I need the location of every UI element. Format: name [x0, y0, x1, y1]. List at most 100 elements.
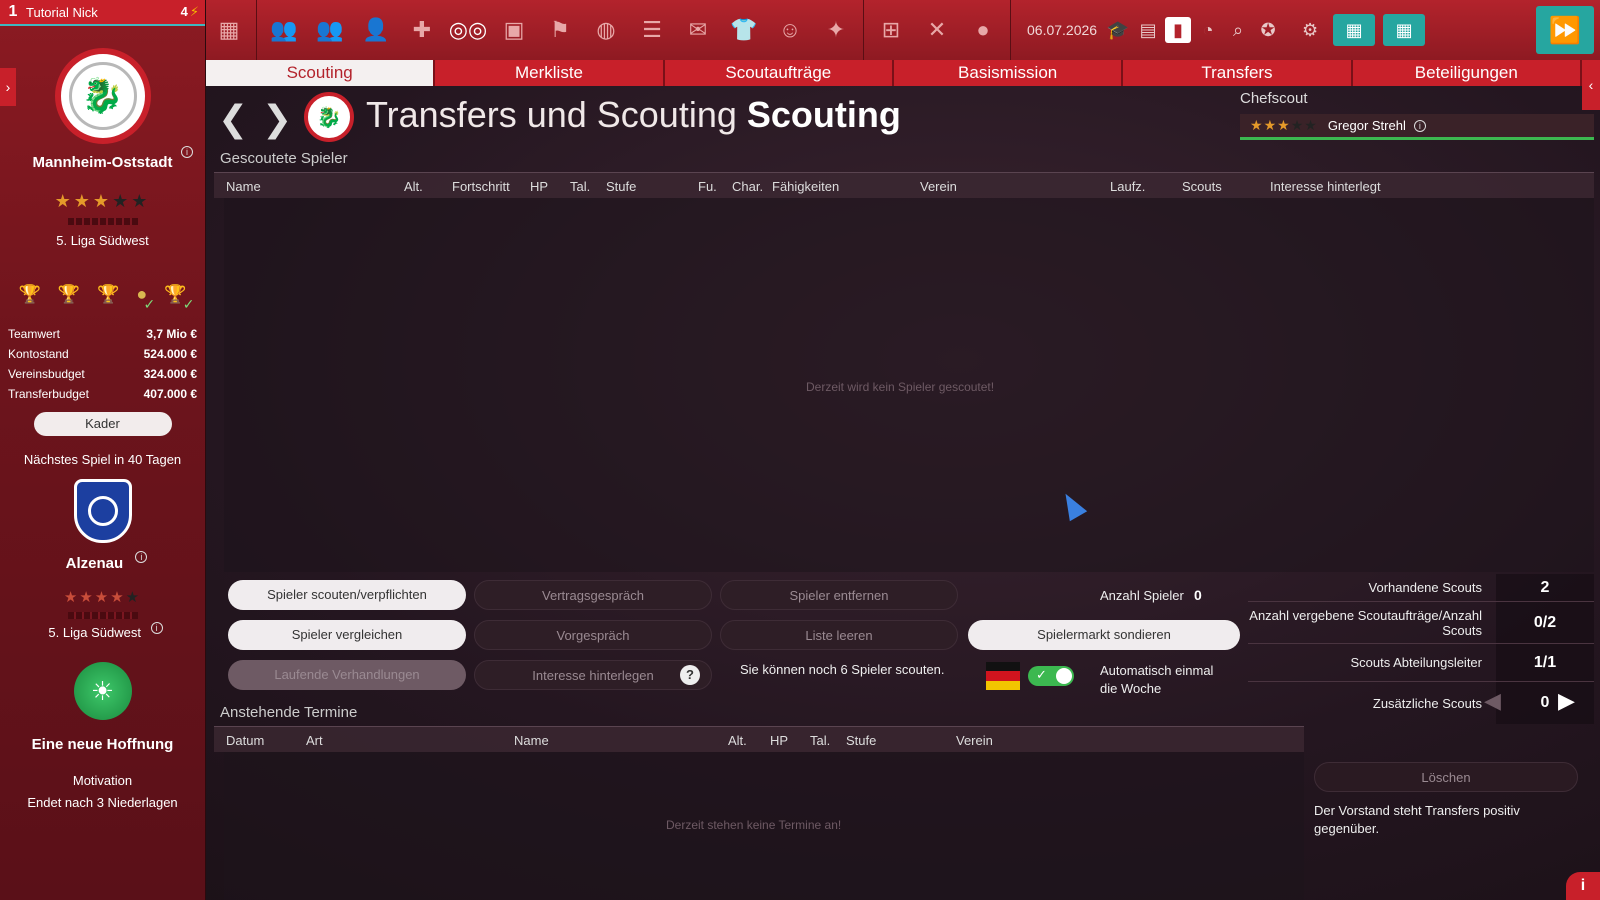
squad-icon[interactable]: 👥: [307, 0, 353, 60]
calendar-31-icon[interactable]: ▣: [491, 0, 537, 60]
tab-merkliste[interactable]: Merkliste: [435, 60, 665, 86]
trophy-icon[interactable]: 🏆: [58, 284, 80, 305]
medal-icon[interactable]: ● ✓: [136, 284, 155, 312]
check-icon: ✓: [1036, 667, 1047, 682]
additional-scouts-value: 0: [1496, 682, 1594, 724]
clear-list-button[interactable]: Liste leeren: [720, 620, 958, 650]
training-icon[interactable]: ⚑: [537, 0, 583, 60]
col-header[interactable]: Interesse hinterlegt: [1270, 179, 1381, 194]
staff-icon[interactable]: 👤: [353, 0, 399, 60]
sidebar: 1 Tutorial Nick 4 ⚡ › 🐉 Mannheim-Oststadt…: [0, 0, 206, 900]
col-header[interactable]: Stufe: [606, 179, 636, 194]
opponent-league: 5. Liga Südwest i: [0, 622, 205, 640]
tactics-icon[interactable]: ✕: [914, 0, 960, 60]
col-header[interactable]: Alt.: [404, 179, 423, 194]
info-icon[interactable]: i: [181, 146, 193, 158]
sidebar-expand-arrow-icon[interactable]: ›: [0, 68, 16, 106]
opponent-crest[interactable]: [73, 479, 132, 543]
help-icon[interactable]: ?: [680, 665, 700, 685]
back-arrow-icon[interactable]: ❮: [218, 98, 248, 140]
forward-arrow-icon[interactable]: ❯: [262, 98, 292, 140]
opponent-name[interactable]: Alzenau i: [0, 551, 205, 572]
col-header[interactable]: HP: [530, 179, 548, 194]
tab-beteiligungen[interactable]: Beteiligungen: [1352, 60, 1582, 86]
col-header[interactable]: Scouts: [1182, 179, 1222, 194]
medical-icon[interactable]: ✚: [399, 0, 445, 60]
motivation-title: Eine neue Hoffnung: [31, 736, 174, 753]
academy-icon[interactable]: 🎓: [1103, 0, 1133, 60]
kader-button[interactable]: Kader: [33, 412, 172, 436]
chefscout-box[interactable]: ★★★★★ Gregor Strehl i: [1240, 114, 1594, 140]
tab-scoutauftraege[interactable]: Scoutaufträge: [664, 60, 894, 86]
fast-forward-icon[interactable]: ⏩: [1536, 6, 1594, 54]
col-header[interactable]: Name: [226, 179, 261, 194]
auto-weekly-toggle[interactable]: ✓: [1028, 666, 1074, 686]
tab-transfers[interactable]: Transfers: [1123, 60, 1353, 86]
col-header[interactable]: Art: [306, 733, 323, 748]
trophy-icon[interactable]: 🏆: [18, 284, 40, 305]
col-header[interactable]: Name: [514, 733, 549, 748]
scouts-stats-panel: Vorhandene Scouts 2 Anzahl vergebene Scou…: [1248, 574, 1594, 724]
cup-icon[interactable]: 🏆 ✓: [164, 284, 194, 312]
fans-icon[interactable]: ☺: [767, 0, 813, 60]
col-header[interactable]: Char.: [732, 179, 763, 194]
tab-basismission[interactable]: Basismission: [893, 60, 1124, 86]
col-header[interactable]: Verein: [920, 179, 957, 194]
user-name: Tutorial Nick: [26, 4, 98, 20]
sunrise-icon[interactable]: ☀: [73, 662, 132, 720]
collapse-arrow-icon[interactable]: ‹: [1582, 60, 1600, 110]
col-header[interactable]: HP: [770, 733, 788, 748]
decrement-arrow-icon[interactable]: ◀: [1484, 688, 1501, 714]
info-icon[interactable]: i: [1566, 872, 1600, 900]
pre-talk-button[interactable]: Vorgespräch: [474, 620, 712, 650]
search-icon[interactable]: ⌕: [1223, 0, 1253, 60]
award-icon[interactable]: ✪: [1253, 0, 1283, 60]
increment-arrow-icon[interactable]: ▶: [1558, 688, 1575, 714]
trophy-icon[interactable]: 🏆: [97, 284, 119, 305]
col-header[interactable]: Fu.: [698, 179, 717, 194]
sound-market-button[interactable]: Spielermarkt sondieren: [968, 620, 1240, 650]
col-header[interactable]: Tal.: [570, 179, 590, 194]
club-name[interactable]: Mannheim-Oststadt i: [0, 146, 205, 171]
col-header[interactable]: Tal.: [810, 733, 830, 748]
compare-players-button[interactable]: Spieler vergleichen: [228, 620, 466, 650]
youth-icon[interactable]: ✦: [813, 0, 859, 60]
binoculars-icon[interactable]: ◎◎: [445, 0, 491, 60]
info-icon[interactable]: i: [150, 622, 163, 634]
tab-scouting[interactable]: Scouting: [206, 60, 436, 86]
speed-icon[interactable]: ◔: [1193, 0, 1223, 60]
col-header[interactable]: Fähigkeiten: [772, 179, 839, 194]
info-icon[interactable]: i: [1413, 119, 1426, 132]
stats-icon[interactable]: ▮: [1165, 17, 1192, 43]
col-header[interactable]: Alt.: [728, 733, 747, 748]
contract-talk-button[interactable]: Vertragsgespräch: [474, 580, 712, 610]
stadium-icon[interactable]: ◍: [583, 0, 629, 60]
merch-icon[interactable]: 👕: [721, 0, 767, 60]
calendar-month-icon[interactable]: ▦: [1383, 14, 1426, 46]
germany-flag-icon[interactable]: [986, 662, 1020, 690]
ongoing-negotiations-button[interactable]: Laufende Verhandlungen: [228, 660, 466, 690]
header-crest: 🐉: [304, 92, 354, 142]
col-header[interactable]: Stufe: [846, 733, 876, 748]
team-icon[interactable]: 👥: [261, 0, 307, 60]
finance-icon[interactable]: ☰: [629, 0, 675, 60]
office-icon[interactable]: ▦: [206, 0, 252, 60]
calendar-week-icon[interactable]: ▦: [1333, 14, 1376, 46]
grid-icon[interactable]: ⊞: [868, 0, 914, 60]
remove-player-button[interactable]: Spieler entfernen: [720, 580, 958, 610]
profile-icon[interactable]: ●: [960, 0, 1006, 60]
col-header[interactable]: Datum: [226, 733, 264, 748]
player-count-value: 0: [1194, 587, 1202, 603]
col-header[interactable]: Fortschritt: [452, 179, 510, 194]
col-header[interactable]: Laufz.: [1110, 179, 1145, 194]
board-icon[interactable]: ▤: [1133, 0, 1163, 60]
scout-player-button[interactable]: Spieler scouten/verpflichten: [228, 580, 466, 610]
user-bar[interactable]: 1 Tutorial Nick 4 ⚡: [0, 0, 205, 26]
register-interest-button[interactable]: Interesse hinterlegen: [474, 660, 712, 690]
club-crest[interactable]: 🐉: [0, 48, 205, 144]
sponsor-icon[interactable]: ✉: [675, 0, 721, 60]
gear-icon[interactable]: ⚙: [1295, 0, 1325, 60]
delete-button[interactable]: Löschen: [1314, 762, 1578, 792]
col-header[interactable]: Verein: [956, 733, 993, 748]
info-icon[interactable]: i: [135, 551, 148, 563]
